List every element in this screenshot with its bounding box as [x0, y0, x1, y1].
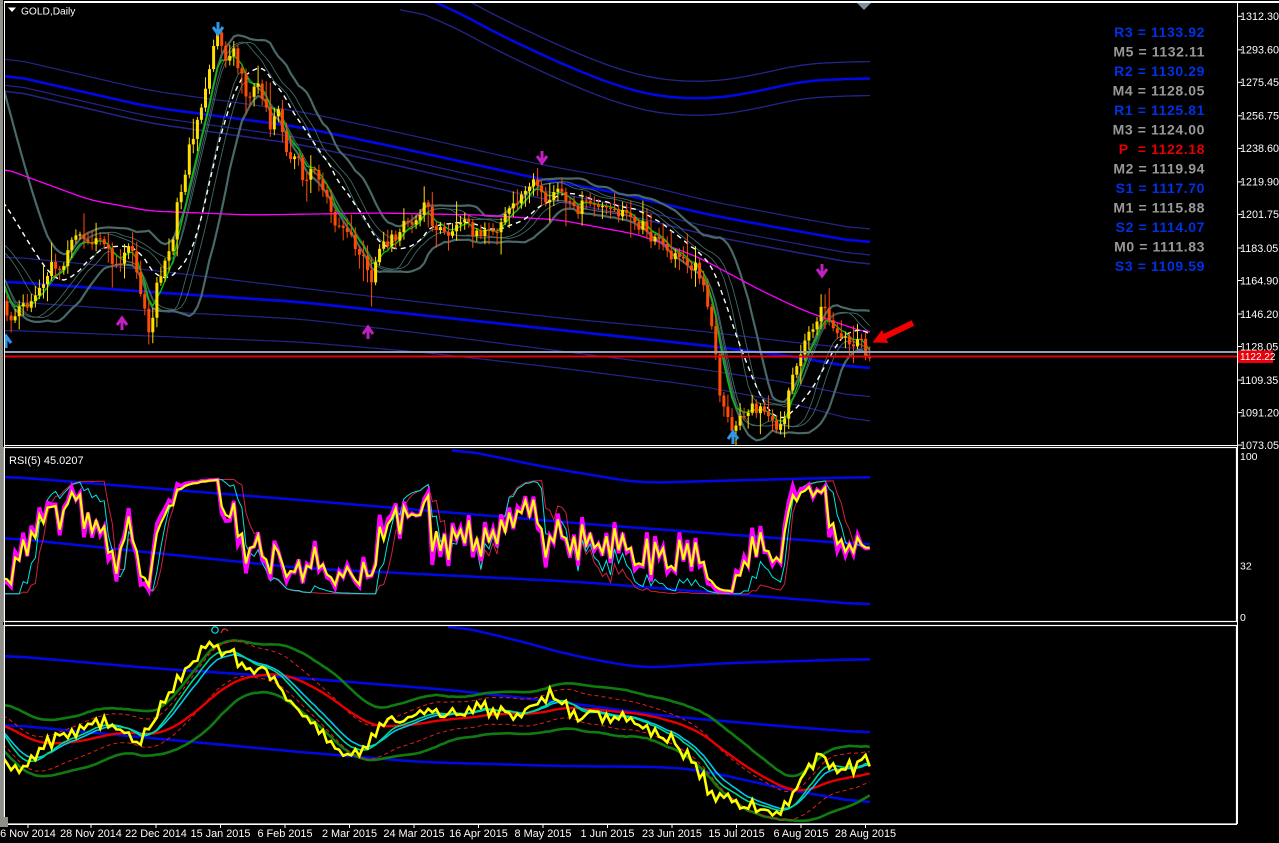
svg-text:1293.60: 1293.60 [1240, 45, 1279, 57]
svg-text:6 Aug 2015: 6 Aug 2015 [773, 828, 828, 840]
svg-text:15 Jul 2015: 15 Jul 2015 [708, 828, 764, 840]
svg-text:1122.22: 1122.22 [1240, 352, 1276, 363]
svg-text:1238.60: 1238.60 [1240, 143, 1279, 155]
svg-text:0: 0 [1240, 612, 1246, 624]
svg-text:28 Aug 2015: 28 Aug 2015 [835, 828, 896, 840]
svg-text:1219.90: 1219.90 [1240, 177, 1279, 189]
svg-text:M2 = 1119.94: M2 = 1119.94 [1113, 161, 1205, 177]
svg-text:1201.75: 1201.75 [1240, 209, 1279, 221]
svg-text:R2 = 1130.29: R2 = 1130.29 [1114, 63, 1205, 79]
svg-text:1146.20: 1146.20 [1240, 309, 1278, 321]
svg-text:100: 100 [1240, 451, 1258, 463]
svg-text:R3 = 1133.92: R3 = 1133.92 [1114, 24, 1205, 40]
svg-text:1183.05: 1183.05 [1240, 243, 1278, 255]
svg-text:GOLD,Daily: GOLD,Daily [21, 7, 76, 18]
svg-text:28 Nov 2014: 28 Nov 2014 [60, 828, 122, 840]
svg-text:RSI(5) 45.0207: RSI(5) 45.0207 [9, 455, 84, 467]
svg-text:1164.90: 1164.90 [1240, 275, 1278, 287]
svg-text:M3 = 1124.00: M3 = 1124.00 [1113, 122, 1205, 138]
svg-text:23 Jun 2015: 23 Jun 2015 [642, 828, 702, 840]
svg-text:M4 = 1128.05: M4 = 1128.05 [1113, 83, 1205, 99]
svg-text:1312.30: 1312.30 [1240, 11, 1279, 23]
svg-text:S3 = 1109.59: S3 = 1109.59 [1115, 258, 1205, 274]
svg-text:1091.20: 1091.20 [1240, 407, 1279, 419]
svg-text:R1 = 1125.81: R1 = 1125.81 [1114, 102, 1205, 118]
svg-text:M1 = 1115.88: M1 = 1115.88 [1113, 200, 1205, 216]
svg-text:16 Apr 2015: 16 Apr 2015 [449, 828, 508, 840]
svg-text:P = 1122.18: P = 1122.18 [1119, 141, 1205, 157]
svg-text:M0 = 1111.83: M0 = 1111.83 [1114, 239, 1205, 255]
svg-text:6 Nov 2014: 6 Nov 2014 [0, 828, 56, 840]
svg-text:2 Mar 2015: 2 Mar 2015 [322, 828, 377, 840]
svg-text:1109.35: 1109.35 [1240, 375, 1278, 387]
svg-text:1256.75: 1256.75 [1240, 111, 1279, 123]
svg-text:M5 = 1132.11: M5 = 1132.11 [1113, 44, 1205, 60]
svg-text:24 Mar 2015: 24 Mar 2015 [383, 828, 444, 840]
svg-text:6 Feb 2015: 6 Feb 2015 [257, 828, 312, 840]
svg-text:22 Dec 2014: 22 Dec 2014 [125, 828, 187, 840]
svg-text:S1 = 1117.70: S1 = 1117.70 [1116, 180, 1205, 196]
svg-text:S2 = 1114.07: S2 = 1114.07 [1116, 219, 1205, 235]
svg-text:8 May 2015: 8 May 2015 [515, 828, 572, 840]
svg-text:32: 32 [1240, 561, 1252, 573]
svg-text:1 Jun 2015: 1 Jun 2015 [581, 828, 635, 840]
svg-text:15 Jan 2015: 15 Jan 2015 [191, 828, 251, 840]
svg-text:1275.45: 1275.45 [1240, 77, 1279, 89]
